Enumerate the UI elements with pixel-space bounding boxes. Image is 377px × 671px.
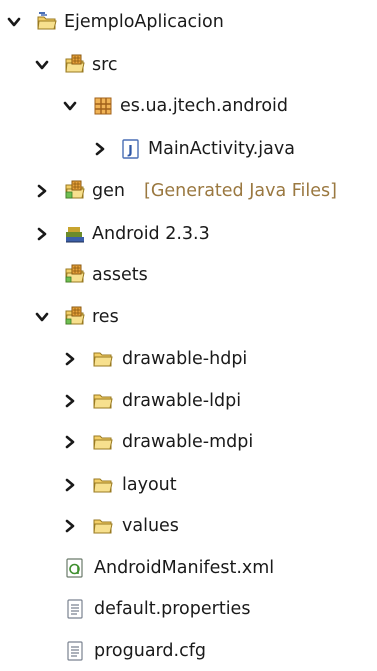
- chevron-right-icon[interactable]: [63, 519, 77, 533]
- chevron-right-icon[interactable]: [35, 184, 49, 198]
- folder-icon: [92, 390, 114, 412]
- chevron-down-icon[interactable]: [35, 310, 49, 324]
- chevron-right-icon[interactable]: [35, 227, 49, 241]
- chevron-right-icon[interactable]: [63, 435, 77, 449]
- chevron-down-icon[interactable]: [63, 99, 77, 113]
- tree-item-label: Android 2.3.3: [92, 224, 210, 244]
- project-explorer-tree: EjemploAplicacion src es.ua.jtech.androi…: [0, 0, 377, 664]
- tree-item-src[interactable]: src: [0, 45, 377, 85]
- folder-icon: [92, 431, 114, 453]
- folder-icon: [92, 348, 114, 370]
- tree-item-default-properties[interactable]: default.properties: [0, 589, 377, 629]
- folder-icon: [92, 474, 114, 496]
- tree-item-assets[interactable]: assets: [0, 255, 377, 295]
- tree-item-res[interactable]: res: [0, 297, 377, 337]
- android-manifest-icon: [64, 557, 86, 579]
- tree-item-drawable-ldpi[interactable]: drawable-ldpi: [0, 381, 377, 421]
- chevron-right-icon[interactable]: [63, 394, 77, 408]
- chevron-right-icon[interactable]: [93, 142, 107, 156]
- tree-item-drawable-hdpi[interactable]: drawable-hdpi: [0, 339, 377, 379]
- tree-item-label: es.ua.jtech.android: [120, 96, 289, 116]
- resource-folder-icon: [64, 264, 86, 286]
- tree-item-label: EjemploAplicacion: [64, 12, 224, 32]
- resource-folder-icon: [64, 306, 86, 328]
- tree-item-android-library[interactable]: Android 2.3.3: [0, 214, 377, 254]
- generated-source-folder-icon: [64, 180, 86, 202]
- package-icon: [92, 95, 114, 117]
- chevron-right-icon[interactable]: [63, 352, 77, 366]
- tree-item-label: default.properties: [94, 599, 251, 619]
- tree-item-layout[interactable]: layout: [0, 465, 377, 505]
- tree-item-label: src: [92, 55, 118, 75]
- tree-item-label: AndroidManifest.xml: [94, 558, 275, 578]
- svg-text:J: J: [127, 143, 132, 157]
- tree-item-drawable-mdpi[interactable]: drawable-mdpi: [0, 422, 377, 462]
- tree-item-label: MainActivity.java: [148, 139, 295, 159]
- tree-item-gen[interactable]: gen [Generated Java Files]: [0, 171, 377, 211]
- java-file-icon: J: [120, 138, 142, 160]
- tree-item-label: assets: [92, 265, 148, 285]
- text-file-icon: [64, 598, 86, 620]
- chevron-down-icon[interactable]: [7, 15, 21, 29]
- tree-item-android-manifest[interactable]: AndroidManifest.xml: [0, 548, 377, 588]
- tree-item-proguard[interactable]: proguard.cfg: [0, 631, 377, 671]
- generated-files-note: [Generated Java Files]: [144, 181, 337, 201]
- java-project-icon: [36, 11, 58, 33]
- folder-icon: [92, 515, 114, 537]
- library-icon: [64, 223, 86, 245]
- tree-item-label: proguard.cfg: [94, 641, 206, 661]
- tree-item-label: gen: [92, 181, 125, 201]
- tree-item-project[interactable]: EjemploAplicacion: [0, 2, 377, 42]
- tree-item-label: res: [92, 307, 119, 327]
- source-folder-icon: [64, 54, 86, 76]
- tree-item-label: drawable-ldpi: [122, 391, 242, 411]
- tree-item-label: values: [122, 516, 179, 536]
- tree-item-label: drawable-hdpi: [122, 349, 248, 369]
- tree-item-label: layout: [122, 475, 177, 495]
- text-file-icon: [64, 640, 86, 662]
- tree-item-package[interactable]: es.ua.jtech.android: [0, 86, 377, 126]
- chevron-down-icon[interactable]: [35, 58, 49, 72]
- tree-item-label: drawable-mdpi: [122, 432, 254, 452]
- tree-item-values[interactable]: values: [0, 506, 377, 546]
- tree-item-main-activity[interactable]: J MainActivity.java: [0, 129, 377, 169]
- chevron-right-icon[interactable]: [63, 478, 77, 492]
